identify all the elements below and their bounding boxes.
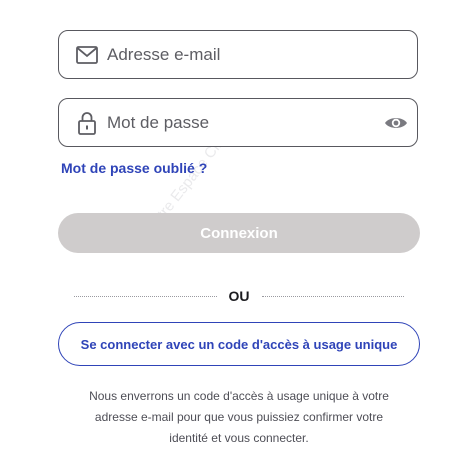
- or-separator: OU: [74, 286, 404, 306]
- otp-info-text: Nous enverrons un code d'accès à usage u…: [58, 386, 420, 449]
- eye-icon[interactable]: [383, 110, 409, 136]
- login-button[interactable]: Connexion: [58, 213, 420, 253]
- lock-icon: [75, 111, 99, 135]
- email-placeholder: Adresse e-mail: [107, 44, 221, 64]
- mail-icon: [75, 43, 99, 67]
- password-field[interactable]: Mot de passe: [58, 98, 418, 147]
- info-line: Nous enverrons un code d'accès à usage u…: [89, 389, 389, 403]
- otp-login-button[interactable]: Se connecter avec un code d'accès à usag…: [58, 322, 420, 366]
- info-line: identité et vous connecter.: [169, 431, 309, 445]
- forgot-password-link[interactable]: Mot de passe oublié ?: [61, 160, 207, 176]
- password-placeholder: Mot de passe: [107, 112, 210, 132]
- separator-label: OU: [228, 288, 250, 304]
- separator-line-right: [261, 295, 404, 297]
- login-page: Votre Espace Client Adresse e-mail Mot d…: [0, 0, 474, 460]
- info-line: adresse e-mail pour que vous puissiez co…: [94, 410, 384, 424]
- email-field[interactable]: Adresse e-mail: [58, 30, 418, 79]
- separator-line-left: [74, 295, 217, 297]
